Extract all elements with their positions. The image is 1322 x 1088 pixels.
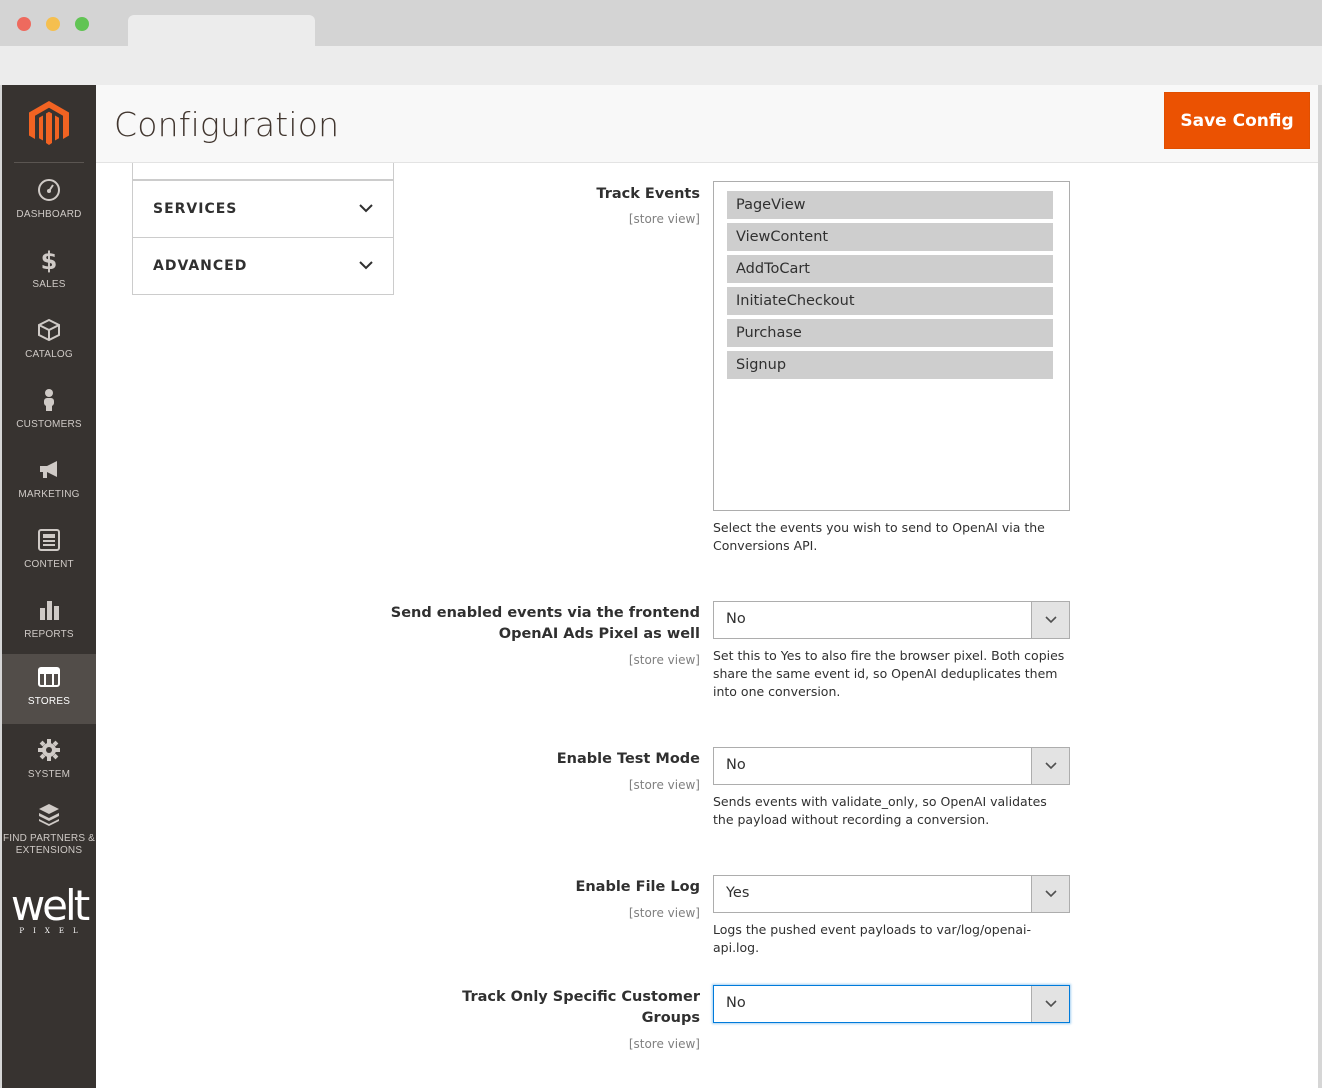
window-close-button[interactable] (17, 17, 31, 31)
test-mode-label: Enable Test Mode (556, 751, 700, 767)
scope-label: [store view] (628, 1037, 700, 1051)
browser-tab[interactable] (128, 15, 315, 46)
select-value: No (726, 611, 746, 627)
window-minimize-button[interactable] (46, 17, 60, 31)
scope-label: [store view] (628, 653, 700, 667)
nav-item-catalog[interactable]: CATALOG (2, 307, 96, 377)
tab-label: SERVICES (153, 201, 238, 217)
nav-label: MARKETING (18, 489, 80, 500)
select-value: No (726, 995, 746, 1011)
config-tabs: SERVICES ADVANCED (132, 163, 394, 295)
nav-label: CATALOG (25, 349, 73, 360)
chevron-down-icon[interactable] (1031, 602, 1069, 638)
nav-label: DASHBOARD (16, 209, 82, 220)
page-header: Configuration Save Config (96, 85, 1318, 163)
admin-page: DASHBOARD $ SALES CATALOG CUSTOMERS MARK… (2, 85, 1318, 1088)
chevron-down-icon (359, 200, 373, 218)
content-icon (36, 527, 62, 553)
dashboard-icon (36, 177, 62, 203)
event-option[interactable]: ViewContent (727, 223, 1053, 251)
nav-item-sales[interactable]: $ SALES (2, 237, 96, 307)
event-option[interactable]: AddToCart (727, 255, 1053, 283)
svg-text:$: $ (41, 247, 58, 273)
brand-word: welt (10, 881, 90, 930)
window-maximize-button[interactable] (75, 17, 89, 31)
scope-label: [store view] (628, 778, 700, 792)
file-log-note: Logs the pushed event payloads to var/lo… (713, 922, 1031, 955)
nav-label: REPORTS (24, 629, 74, 640)
boxes-icon (36, 801, 62, 827)
browser-titlebar (0, 0, 1322, 46)
magento-logo-icon[interactable] (2, 85, 96, 163)
frontend-pixel-select[interactable]: No (713, 601, 1070, 639)
chevron-down-icon[interactable] (1031, 876, 1069, 912)
nav-item-dashboard[interactable]: DASHBOARD (2, 167, 96, 237)
file-log-label: Enable File Log (575, 879, 700, 895)
tab-stub (132, 163, 394, 181)
save-config-button[interactable]: Save Config (1164, 92, 1310, 149)
select-value: No (726, 757, 746, 773)
track-events-note: Select the events you wish to send to Op… (713, 520, 1045, 553)
chevron-down-icon[interactable] (1031, 748, 1069, 784)
bar-chart-icon (36, 597, 62, 623)
nav-label: SALES (32, 279, 66, 290)
tab-services[interactable]: SERVICES (132, 181, 394, 238)
track-events-multiselect[interactable]: PageView ViewContent AddToCart InitiateC… (713, 181, 1070, 511)
chevron-down-icon[interactable] (1031, 986, 1069, 1022)
nav-item-reports[interactable]: REPORTS (2, 587, 96, 657)
weltpixel-logo[interactable]: welt PIXEL (2, 881, 96, 936)
nav-item-marketing[interactable]: MARKETING (2, 447, 96, 517)
track-events-label: Track Events (596, 186, 700, 202)
customer-groups-label: Track Only Specific Customer Groups (462, 989, 700, 1026)
scope-label: [store view] (628, 906, 700, 920)
file-log-select[interactable]: Yes (713, 875, 1070, 913)
nav-label: CUSTOMERS (16, 419, 82, 430)
nav-label: FIND PARTNERS & EXTENSIONS (2, 833, 96, 856)
nav-item-content[interactable]: CONTENT (2, 517, 96, 587)
nav-item-customers[interactable]: CUSTOMERS (2, 377, 96, 447)
page-title: Configuration (114, 105, 340, 144)
tab-label: ADVANCED (153, 258, 248, 274)
person-icon (36, 387, 62, 413)
event-option[interactable]: PageView (727, 191, 1053, 219)
megaphone-icon (36, 457, 62, 483)
test-mode-select[interactable]: No (713, 747, 1070, 785)
nav-label: SYSTEM (27, 769, 71, 780)
event-option[interactable]: Purchase (727, 319, 1053, 347)
event-option[interactable]: InitiateCheckout (727, 287, 1053, 315)
customer-groups-select[interactable]: No (713, 985, 1070, 1023)
nav-label: CONTENT (24, 559, 74, 570)
browser-toolbar (0, 46, 1322, 85)
nav-item-stores[interactable]: STORES (2, 654, 96, 724)
window-edge (1318, 85, 1322, 1088)
nav-item-find-partners[interactable]: FIND PARTNERS & EXTENSIONS (2, 791, 96, 861)
scope-label: [store view] (628, 212, 700, 226)
dollar-icon: $ (36, 247, 62, 273)
event-option[interactable]: Signup (727, 351, 1053, 379)
nav-item-system[interactable]: SYSTEM (2, 727, 96, 797)
sidebar-divider (14, 162, 84, 163)
cube-icon (36, 317, 62, 343)
store-icon (36, 664, 62, 690)
tab-advanced[interactable]: ADVANCED (132, 238, 394, 295)
chevron-down-icon (359, 257, 373, 275)
nav-label: STORES (27, 696, 71, 707)
gear-icon (36, 737, 62, 763)
test-mode-note: Sends events with validate_only, so Open… (713, 794, 1047, 827)
select-value: Yes (726, 885, 750, 901)
admin-sidebar: DASHBOARD $ SALES CATALOG CUSTOMERS MARK… (2, 85, 96, 1088)
frontend-pixel-note: Set this to Yes to also fire the browser… (713, 648, 1065, 699)
frontend-pixel-label: Send enabled events via the frontend Ope… (390, 605, 700, 642)
